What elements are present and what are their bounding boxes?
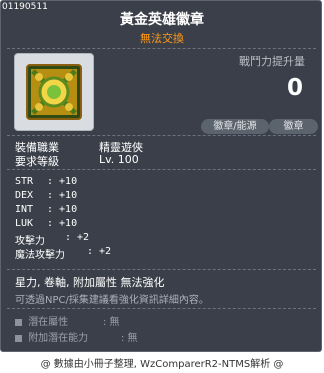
potential-row: 潛在屬性 : 無 xyxy=(15,313,120,328)
additional-potential-label: 附加潛在能力 xyxy=(28,333,89,344)
stat-name: DEX xyxy=(15,190,34,201)
stat-name: INT xyxy=(15,204,34,215)
divider-mid xyxy=(7,135,316,136)
divider-stats xyxy=(7,169,316,170)
item-icon-frame xyxy=(14,53,94,131)
stat-value: : +10 xyxy=(47,190,78,201)
stat-value: : +2 xyxy=(65,232,90,243)
stat-name: STR xyxy=(15,176,34,187)
stat-name: 攻擊力 xyxy=(15,236,45,247)
gold-hero-emblem-icon xyxy=(26,64,82,120)
potential-value: : 無 xyxy=(103,317,120,328)
requirement-key: 要求等級 xyxy=(15,155,59,168)
stat-value: : +2 xyxy=(87,246,112,257)
stat-value: : +10 xyxy=(47,218,78,229)
stat-row: LUK : +10 xyxy=(15,218,215,232)
footer-credit: @ 數據由小冊子整理, WzComparerR2-NTMS解析 @ xyxy=(40,359,284,370)
requirement-value: Lv. 100 xyxy=(99,153,139,166)
power-label: 戰鬥力提升量 xyxy=(239,55,305,68)
upgrade-flags: 星力, 卷軸, 附加屬性 無法強化 xyxy=(15,276,165,289)
stats-list: STR : +10 DEX : +10 INT : +10 LUK : +10 … xyxy=(15,176,215,261)
stat-row: DEX : +10 xyxy=(15,190,215,204)
additional-potential-row: 附加潛在能力 : 無 xyxy=(15,329,138,344)
potential-box-icon xyxy=(15,318,22,326)
power-value: 0 xyxy=(286,75,303,101)
divider-flags xyxy=(7,269,316,270)
stat-row: 魔法攻擊力 : +2 xyxy=(15,246,215,261)
upgrade-note: 可透過NPC/採集建議看強化資訊詳細內容。 xyxy=(15,295,209,306)
item-name: 黃金英雄徽章 xyxy=(120,12,204,28)
item-tooltip: 01190511 黃金英雄徽章 無法交換 戰鬥力提升量 0 徽章/能源 徽章 裝… xyxy=(0,0,322,352)
stat-row: STR : +10 xyxy=(15,176,215,190)
stat-value: : +10 xyxy=(47,204,78,215)
stat-row: INT : +10 xyxy=(15,204,215,218)
divider-potential xyxy=(7,308,316,309)
stat-row: 攻擊力 : +2 xyxy=(15,232,215,247)
stat-name: LUK xyxy=(15,218,34,229)
potential-label: 潛在屬性 xyxy=(28,317,69,328)
stat-value: : +10 xyxy=(47,176,78,187)
tag-emblem-power-source: 徽章/能源 xyxy=(201,119,269,134)
divider-top xyxy=(7,48,316,49)
trade-status: 無法交換 xyxy=(140,32,184,45)
potential-box-icon xyxy=(15,334,22,342)
tag-emblem: 徽章 xyxy=(269,119,318,134)
stat-name: 魔法攻擊力 xyxy=(15,250,65,261)
additional-potential-value: : 無 xyxy=(121,333,138,344)
